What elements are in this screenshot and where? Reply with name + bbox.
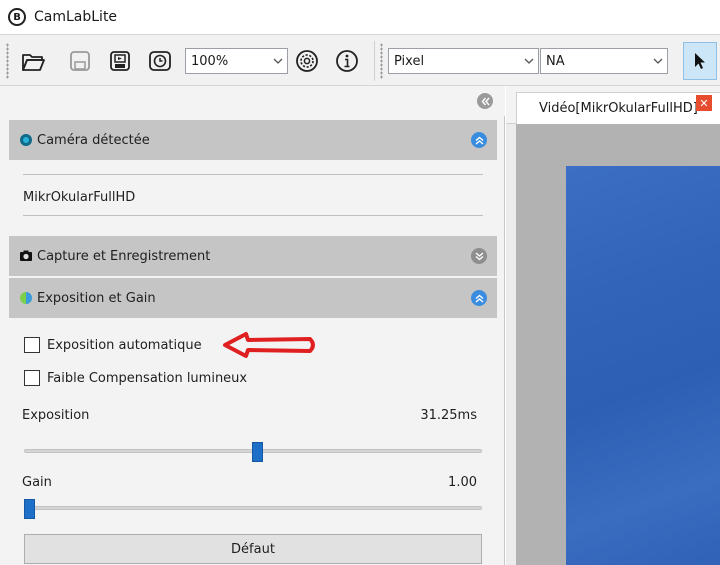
save-button[interactable] xyxy=(63,44,97,78)
camera-detected-icon xyxy=(19,133,33,147)
pointer-tool-button[interactable] xyxy=(683,42,717,80)
exposure-gain-icon xyxy=(19,291,33,305)
divider xyxy=(23,215,483,216)
double-chevron-up-icon xyxy=(475,136,483,145)
measure-value: NA xyxy=(546,53,565,69)
zoom-select[interactable]: 100% xyxy=(185,48,288,74)
tab-video[interactable]: Vidéo[MikrOkularFullHD] xyxy=(516,92,720,124)
expand-section-capture-button[interactable] xyxy=(471,248,487,264)
video-frame xyxy=(566,166,720,565)
measure-select[interactable]: NA xyxy=(540,48,668,74)
settings-button[interactable] xyxy=(290,44,324,78)
exposure-value: 31.25ms xyxy=(420,408,477,423)
toolbar-grip[interactable] xyxy=(380,43,383,79)
open-folder-button[interactable] xyxy=(16,44,50,78)
gain-slider-thumb[interactable] xyxy=(24,499,35,519)
chevron-down-icon xyxy=(520,58,538,64)
video-tabstrip: Vidéo[MikrOkularFullHD] ✕ xyxy=(506,86,720,124)
video-panel: Vidéo[MikrOkularFullHD] ✕ xyxy=(506,86,720,565)
gear-icon xyxy=(296,50,318,72)
app-title: CamLabLite xyxy=(34,9,118,25)
collapse-section-exposure-button[interactable] xyxy=(471,290,487,306)
video-tab-title: Vidéo[MikrOkularFullHD] xyxy=(539,101,698,116)
toolbar: 100% Pixel NA xyxy=(0,34,720,86)
collapse-panel-button[interactable] xyxy=(477,93,493,109)
auto-exposure-checkbox[interactable] xyxy=(24,337,40,353)
info-button[interactable] xyxy=(330,44,364,78)
video-viewport[interactable] xyxy=(516,124,720,565)
low-light-compensation-label[interactable]: Faible Compensation lumineux xyxy=(47,371,247,386)
exposure-slider-thumb[interactable] xyxy=(251,442,263,462)
section-header-camera[interactable]: Caméra détectée xyxy=(9,120,497,160)
gain-slider-track[interactable] xyxy=(24,506,482,510)
gain-value: 1.00 xyxy=(448,475,477,490)
auto-exposure-label[interactable]: Exposition automatique xyxy=(47,338,202,353)
section-body-camera: MikrOkularFullHD xyxy=(9,160,497,236)
section-title-camera: Caméra détectée xyxy=(37,132,150,148)
panel-top-strip xyxy=(0,86,505,116)
title-bar: B CamLabLite xyxy=(0,0,720,34)
double-chevron-up-icon xyxy=(475,294,483,303)
app-logo-icon: B xyxy=(8,8,26,26)
cursor-arrow-icon xyxy=(695,53,705,69)
annotation-arrow-icon xyxy=(223,332,315,358)
timer-capture-button[interactable] xyxy=(143,44,177,78)
unit-value: Pixel xyxy=(394,53,425,69)
chevron-down-icon xyxy=(269,58,287,64)
gain-label: Gain xyxy=(22,475,52,490)
timer-camera-icon xyxy=(149,51,171,71)
chevron-down-icon xyxy=(649,58,667,64)
section-title-capture: Capture et Enregistrement xyxy=(37,248,211,264)
toolbar-grip[interactable] xyxy=(6,43,9,79)
toolbar-separator xyxy=(374,41,375,81)
section-title-exposure: Exposition et Gain xyxy=(37,290,156,306)
low-light-compensation-checkbox[interactable] xyxy=(24,370,40,386)
info-icon xyxy=(336,50,358,72)
zoom-value: 100% xyxy=(191,53,229,69)
save-video-icon xyxy=(110,51,130,71)
close-tab-button[interactable]: ✕ xyxy=(696,95,712,111)
double-chevron-left-icon xyxy=(481,97,490,105)
section-header-exposure[interactable]: Exposition et Gain xyxy=(9,278,497,318)
default-button[interactable]: Défaut xyxy=(24,534,482,564)
camera-icon xyxy=(19,249,33,263)
close-icon: ✕ xyxy=(699,96,709,110)
control-panel: Caméra détectée MikrOkularFullHD Capture… xyxy=(0,86,505,565)
exposure-label: Exposition xyxy=(22,408,90,423)
collapse-section-camera-button[interactable] xyxy=(471,132,487,148)
record-button[interactable] xyxy=(103,44,137,78)
divider xyxy=(23,174,483,175)
section-header-capture[interactable]: Capture et Enregistrement xyxy=(9,236,497,276)
open-folder-icon xyxy=(22,54,45,71)
detected-camera-name[interactable]: MikrOkularFullHD xyxy=(23,190,135,205)
unit-select[interactable]: Pixel xyxy=(388,48,539,74)
default-button-label: Défaut xyxy=(231,541,275,557)
double-chevron-down-icon xyxy=(475,251,483,260)
save-disk-icon xyxy=(70,51,90,71)
